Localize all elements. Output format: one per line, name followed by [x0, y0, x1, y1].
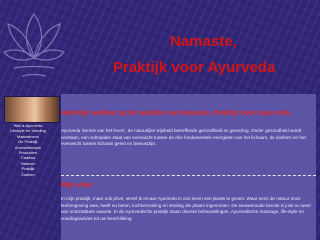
sidebar-item-zoeken[interactable]: Zoeken — [4, 172, 52, 177]
page-title-line2: Praktijk voor Ayurveda — [113, 59, 276, 76]
vision-heading: Mijn visie — [61, 182, 93, 189]
welcome-heading: Hartelijk welkom op de website van Namas… — [61, 110, 292, 117]
section-divider — [61, 175, 316, 177]
welcome-text: Ayurveda 'kennis van het leven', de natu… — [61, 128, 306, 146]
page: Namaste, Praktijk voor Ayurveda Wat is A… — [0, 0, 320, 240]
lotus-icon — [3, 12, 65, 77]
sidebar-nav: Wat is Ayurveda Lifestyle en Voeding Maa… — [4, 123, 52, 177]
vision-text: In mijn praktijk, maar ook privé, streef… — [61, 196, 312, 221]
massage-photo — [4, 96, 60, 123]
page-title-line1: Namaste, — [170, 33, 237, 50]
